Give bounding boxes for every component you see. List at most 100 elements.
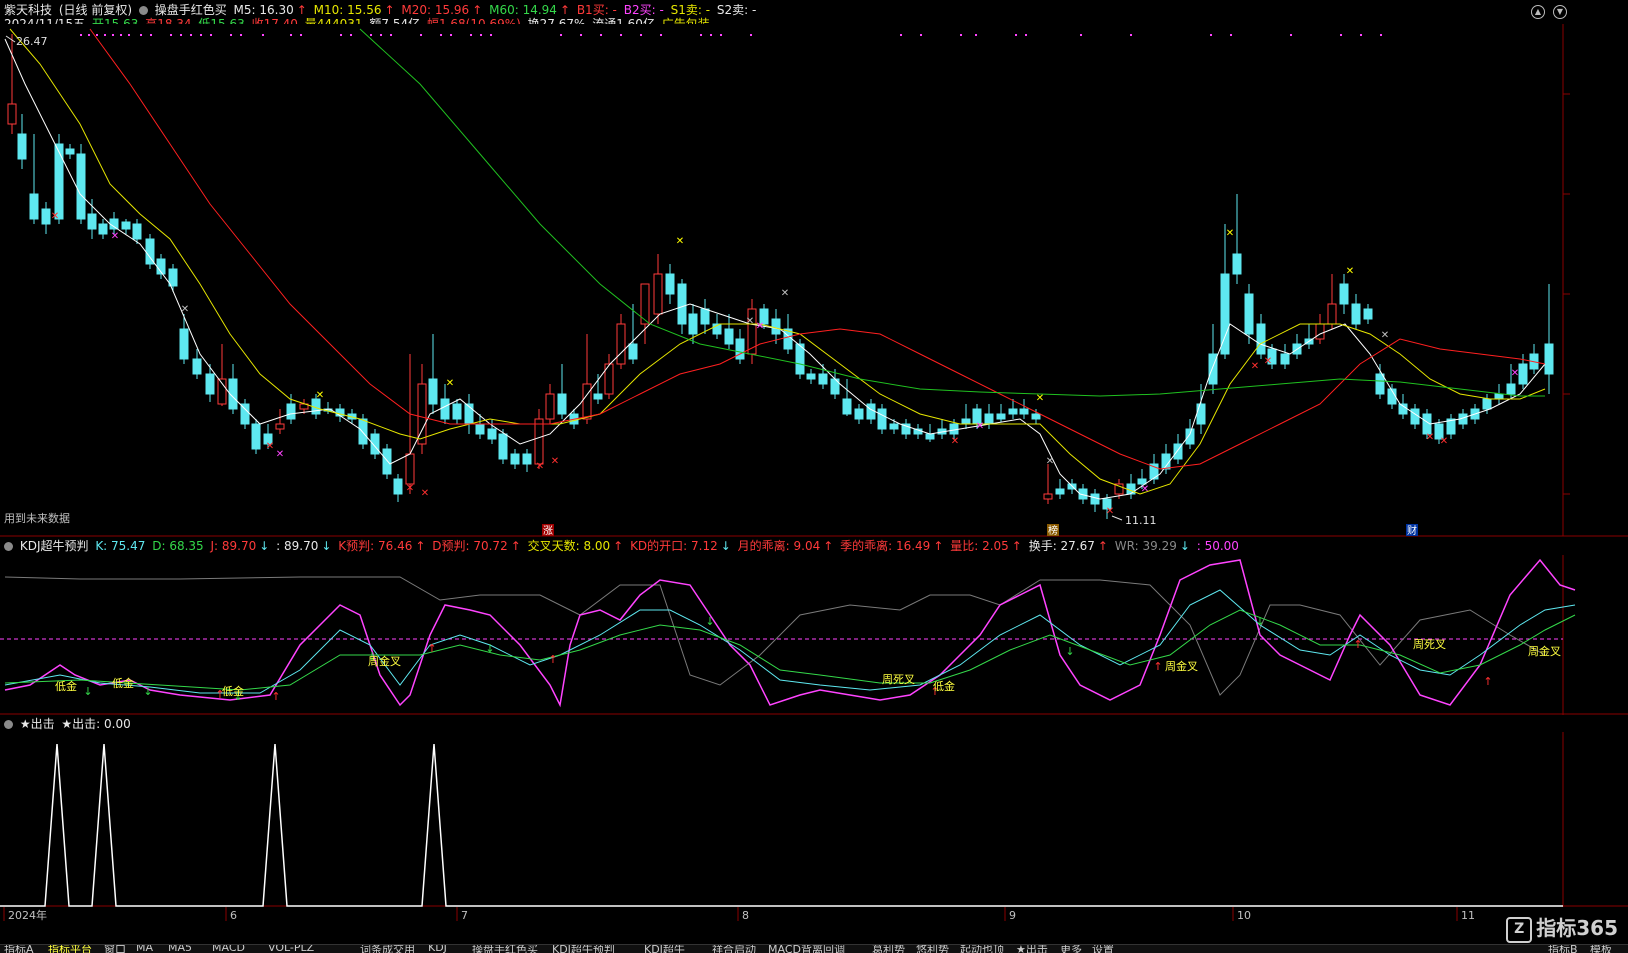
signal-x-icon: ✕ xyxy=(266,441,274,452)
kdj-cross-label: 周金叉 xyxy=(368,654,401,668)
candle-body xyxy=(806,373,816,380)
signal-dot xyxy=(580,34,582,36)
signal-dot xyxy=(1015,34,1017,36)
kdj-turnover: 换手: 27.67 xyxy=(1028,539,1095,553)
stock-name[interactable]: 紫天科技 xyxy=(4,3,52,17)
signal-dot xyxy=(440,34,442,36)
signal-x-icon: ✕ xyxy=(181,304,189,315)
kdj-turnover-up-arrow-icon: ↑ xyxy=(1097,539,1108,553)
period-mode[interactable]: (日线 前复权) xyxy=(59,3,132,17)
kdj-name[interactable]: KDJ超牛预判 xyxy=(20,539,89,553)
signal-dot xyxy=(1380,34,1382,36)
candle-body xyxy=(854,408,864,420)
signal-dot xyxy=(80,34,82,36)
collapse-up-icon[interactable]: ▲ xyxy=(1531,5,1545,19)
candle-body xyxy=(275,423,285,430)
candle-body xyxy=(54,143,64,220)
signal-x-icon: ✕ xyxy=(976,421,984,432)
signal-dot xyxy=(1360,34,1362,36)
kdj-down-arrow-icon: ↓ xyxy=(83,685,92,698)
xaxis-label: 11 xyxy=(1461,909,1475,922)
signal-dot xyxy=(480,34,482,36)
main-indicator-name[interactable]: 操盘手红色买 xyxy=(155,3,227,17)
candle-body xyxy=(1410,408,1420,425)
kdj-cross-label: 周金叉 xyxy=(1165,659,1198,673)
candle-body xyxy=(984,413,994,425)
star-signal-chart[interactable] xyxy=(0,732,1628,907)
signal-dot xyxy=(210,34,212,36)
candle-body xyxy=(961,418,971,425)
candlestick xyxy=(240,399,250,429)
ma10-up-arrow-icon: ↑ xyxy=(384,3,395,17)
candle-body xyxy=(1090,493,1100,505)
candle-body xyxy=(889,423,899,430)
candle-body xyxy=(487,428,497,440)
candle-body xyxy=(593,393,603,400)
min-price-label: 11.11 xyxy=(1125,514,1157,527)
ma20-value: M20: 15.96 xyxy=(401,3,470,17)
logo-mark-icon: Z xyxy=(1506,917,1533,943)
candle-body xyxy=(545,393,555,420)
candle-body xyxy=(616,323,626,365)
candlestick xyxy=(76,144,86,224)
candlestick xyxy=(251,419,261,454)
kdj-month-dev-up-arrow-icon: ↑ xyxy=(823,539,834,553)
signal-x-icon: ✕ xyxy=(1226,228,1234,239)
event-cai: 财 xyxy=(1407,524,1417,537)
main-price-chart[interactable]: ✕✕✕✕✕✕✕ ✕✕✕ ✕✕✕✕✕✕✕✕✕✕✕✕✕ ✕✕✕✕ ✕✕26.4711.11用… xyxy=(0,24,1628,544)
candle-body xyxy=(132,223,142,240)
kdj-vol-ratio: 量比: 2.05 xyxy=(950,539,1009,553)
candle-body xyxy=(877,408,887,430)
candle-body xyxy=(688,313,698,335)
signal-dot xyxy=(350,34,352,36)
candle-body xyxy=(1256,323,1266,355)
star-name[interactable]: ★出击 xyxy=(20,717,55,731)
signal-x-icon: ✕ xyxy=(1251,361,1259,372)
star-bg xyxy=(0,732,1628,907)
candle-body xyxy=(286,403,296,420)
kdj-up-arrow-icon: ↑ xyxy=(1153,660,1162,673)
candle-body xyxy=(76,153,86,220)
signal-x-icon: ✕ xyxy=(951,436,959,447)
collapse-down-icon[interactable]: ▼ xyxy=(1553,5,1567,19)
candle-body xyxy=(653,273,663,315)
max-price-label: 26.47 xyxy=(16,35,48,48)
signal-dot xyxy=(112,34,114,36)
candle-body xyxy=(866,403,876,420)
signal-x-icon: ✕ xyxy=(1381,330,1389,341)
signal-dot xyxy=(960,34,962,36)
xaxis-label: 2024年 xyxy=(8,908,47,922)
kdj-toggle-icon[interactable] xyxy=(4,542,13,551)
signal-dot xyxy=(96,34,98,36)
candle-body xyxy=(41,208,51,225)
signal-dot xyxy=(1340,34,1342,36)
main-bg xyxy=(0,24,1628,536)
indicator-toggle-icon[interactable] xyxy=(138,6,148,15)
ma5-value: M5: 16.30 xyxy=(233,3,294,17)
logo-text: 指标365 xyxy=(1536,916,1618,940)
kdj-wr: WR: 39.29 xyxy=(1114,539,1177,553)
candle-body xyxy=(382,448,392,475)
kdj-d-pred-up-arrow-icon: ↑ xyxy=(510,539,521,553)
signal-x-icon: ✕ xyxy=(51,211,59,222)
signal-dot xyxy=(1025,34,1027,36)
signal-dot xyxy=(450,34,452,36)
candle-body xyxy=(771,318,781,335)
candle-body xyxy=(1280,353,1290,365)
signal-dot xyxy=(300,34,302,36)
b1-value: B1买: - xyxy=(576,3,617,17)
xaxis-label: 9 xyxy=(1009,909,1016,922)
candle-body xyxy=(1244,293,1254,335)
signal-x-icon: ✕ xyxy=(1036,393,1044,404)
signal-dot xyxy=(720,34,722,36)
kdj-d: D: 68.35 xyxy=(152,539,204,553)
kdj-cross-days-up-arrow-icon: ↑ xyxy=(613,539,624,553)
kdj-cross-label: 低金 xyxy=(222,684,244,698)
signal-x-icon: ✕ xyxy=(676,236,684,247)
signal-dot xyxy=(340,34,342,36)
signal-dot xyxy=(150,34,152,36)
kdj-indicator-chart[interactable]: ↓ ↓ ↓↑ ↑↓↑ ↓↑↓↑↓↑↓↑↑低金 低金低金周金叉周死叉低金周金叉周死叉周金叉 xyxy=(0,555,1628,715)
star-toggle-icon[interactable] xyxy=(4,720,13,729)
signal-dot xyxy=(560,34,562,36)
signal-x-icon: ✕ xyxy=(781,288,789,299)
